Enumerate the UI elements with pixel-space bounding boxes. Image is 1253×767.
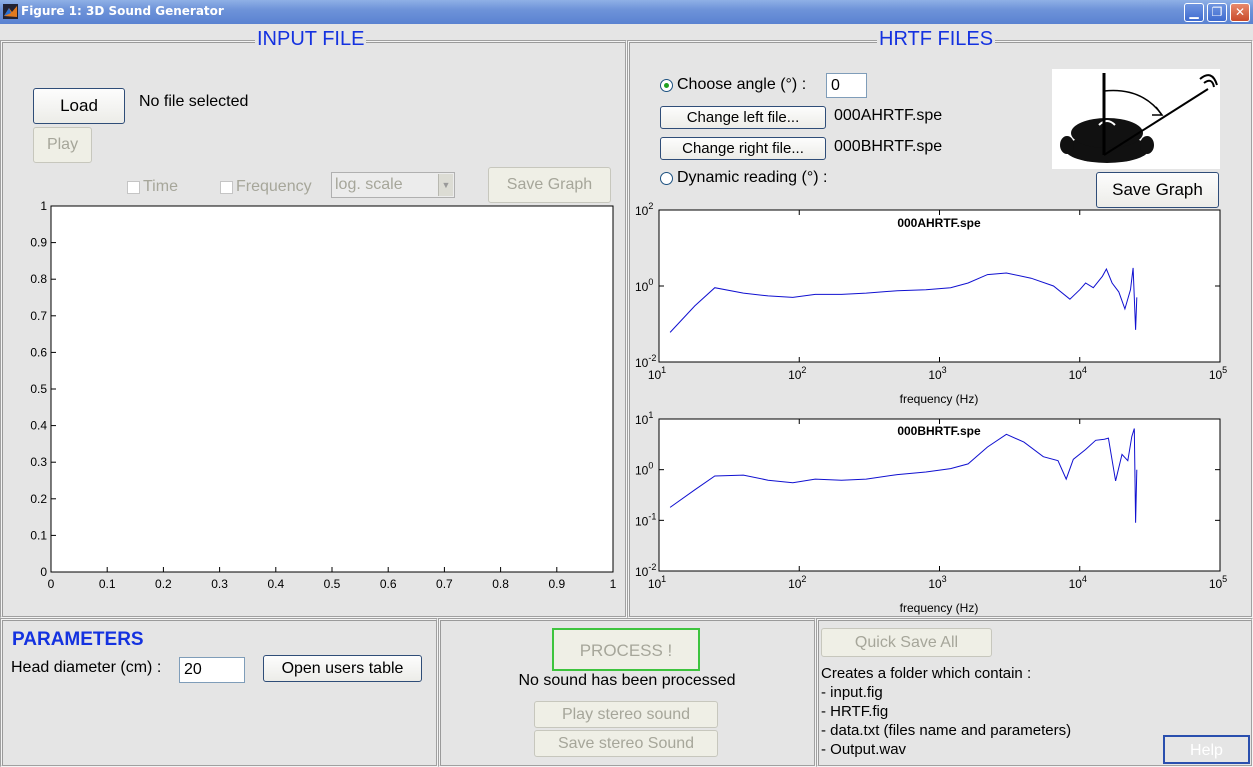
input-ytick-label: 0: [40, 565, 47, 579]
load-button[interactable]: Load: [33, 88, 125, 124]
xtick-label: 105: [1209, 365, 1227, 382]
ytick-label: 10-1: [635, 511, 656, 528]
head-angle-illustration: [1052, 69, 1220, 169]
xtick-label: 104: [1069, 365, 1087, 382]
xtick-label: 104: [1069, 574, 1087, 591]
input-ytick-label: 0.8: [30, 272, 47, 286]
dynamic-reading-label: Dynamic reading (°) :: [677, 169, 828, 186]
input-xtick-label: 0.5: [324, 577, 341, 591]
save-stereo-sound-button[interactable]: Save stereo Sound: [534, 730, 718, 757]
scale-dropdown-value: log. scale: [335, 176, 403, 193]
input-ytick-label: 0.3: [30, 455, 47, 469]
description-line: Creates a folder which contain :: [821, 665, 1032, 682]
change-right-file-button[interactable]: Change right file...: [660, 137, 826, 160]
time-label: Time: [143, 178, 178, 195]
matlab-icon: [3, 4, 18, 19]
change-left-file-button[interactable]: Change left file...: [660, 106, 826, 129]
description-line: - HRTF.fig: [821, 703, 889, 720]
ytick-label: 102: [635, 201, 653, 218]
choose-angle-radio[interactable]: [660, 79, 673, 92]
input-ytick-label: 0.5: [30, 382, 47, 396]
help-button[interactable]: Help: [1163, 735, 1250, 764]
minimize-button[interactable]: ▁: [1184, 3, 1204, 22]
choose-angle-label: Choose angle (°) :: [677, 76, 807, 93]
quick-save-description: Creates a folder which contain : - input…: [821, 664, 1071, 759]
input-xtick-label: 1: [610, 577, 617, 591]
xtick-label: 102: [788, 574, 806, 591]
chevron-down-icon[interactable]: ▼: [438, 174, 453, 196]
input-ytick-label: 0.2: [30, 492, 47, 506]
play-stereo-sound-button[interactable]: Play stereo sound: [534, 701, 718, 728]
process-button[interactable]: PROCESS !: [552, 628, 700, 671]
description-line: - Output.wav: [821, 741, 907, 758]
input-xtick-label: 0.4: [267, 577, 284, 591]
window-title-bar[interactable]: Figure 1: 3D Sound Generator ▁ ❐ ✕: [0, 0, 1253, 24]
description-line: - input.fig: [821, 684, 883, 701]
hrtf-right-plot-title: 000BHRTF.spe: [897, 424, 981, 438]
quick-save-all-button[interactable]: Quick Save All: [821, 628, 992, 657]
hrtf-files-title: HRTF FILES: [877, 28, 996, 50]
xtick-label: 103: [928, 574, 946, 591]
xtick-label: 105: [1209, 574, 1227, 591]
input-plot: 1 0.9 0.8 0.7 0.6 0.5 0.4 0.3 0.2 0.1 00 0.1 0.2 0.3 0…: [30, 199, 617, 591]
ytick-label: 100: [635, 461, 653, 478]
input-file-title: INPUT FILE: [255, 28, 367, 50]
left-file-name: 000AHRTF.spe: [834, 107, 943, 124]
input-ytick-label: 0.4: [30, 419, 47, 433]
input-xtick-label: 0.3: [211, 577, 228, 591]
hrtf-left-plot: 000AHRTF.spe 101 102 103 104 10510210010-2 f…: [635, 201, 1227, 406]
hrtf-right-xlabel: frequency (Hz): [900, 601, 979, 615]
window-title: Figure 1: 3D Sound Generator: [21, 4, 224, 18]
input-ytick-label: 1: [40, 199, 47, 213]
process-status-text: No sound has been processed: [518, 672, 736, 689]
input-xtick-label: 0.1: [99, 577, 116, 591]
xtick-label: 103: [928, 365, 946, 382]
play-button[interactable]: Play: [33, 127, 92, 163]
input-xtick-label: 0.8: [492, 577, 509, 591]
input-xtick-label: 0.2: [155, 577, 172, 591]
parameters-title: PARAMETERS: [12, 629, 144, 650]
file-status-text: No file selected: [139, 93, 249, 110]
xtick-label: 101: [648, 574, 666, 591]
hrtf-left-plot-title: 000AHRTF.spe: [897, 216, 981, 230]
xtick-label: 102: [788, 365, 806, 382]
input-xtick-label: 0.6: [380, 577, 397, 591]
right-file-name: 000BHRTF.spe: [834, 138, 943, 155]
xtick-label: 101: [648, 365, 666, 382]
frequency-label: Frequency: [236, 178, 312, 195]
input-plot-area: [50, 205, 614, 573]
input-xtick-label: 0.9: [548, 577, 565, 591]
scale-dropdown[interactable]: log. scale ▼: [331, 172, 455, 198]
ytick-label: 101: [635, 410, 653, 427]
hrtf-right-plot: 000BHRTF.spe 101 102 103 104 10510110010-110…: [635, 410, 1227, 615]
ytick-label: 100: [635, 277, 653, 294]
head-diameter-input[interactable]: [179, 657, 245, 683]
hrtf-left-plot-area: [658, 209, 1221, 363]
dynamic-reading-radio[interactable]: [660, 172, 673, 185]
input-ytick-label: 0.7: [30, 309, 47, 323]
frequency-checkbox[interactable]: [220, 181, 233, 194]
head-diameter-label: Head diameter (cm) :: [11, 659, 162, 676]
input-ytick-label: 0.1: [30, 528, 47, 542]
maximize-button[interactable]: ❐: [1207, 3, 1227, 22]
description-line: - data.txt (files name and parameters): [821, 722, 1072, 739]
hrtf-left-xlabel: frequency (Hz): [900, 392, 979, 406]
angle-input[interactable]: [826, 73, 867, 98]
input-ytick-label: 0.9: [30, 236, 47, 250]
input-xtick-label: 0.7: [436, 577, 453, 591]
close-button[interactable]: ✕: [1230, 3, 1250, 22]
time-checkbox[interactable]: [127, 181, 140, 194]
open-users-table-button[interactable]: Open users table: [263, 655, 422, 682]
input-ytick-label: 0.6: [30, 345, 47, 359]
input-xtick-label: 0: [48, 577, 55, 591]
